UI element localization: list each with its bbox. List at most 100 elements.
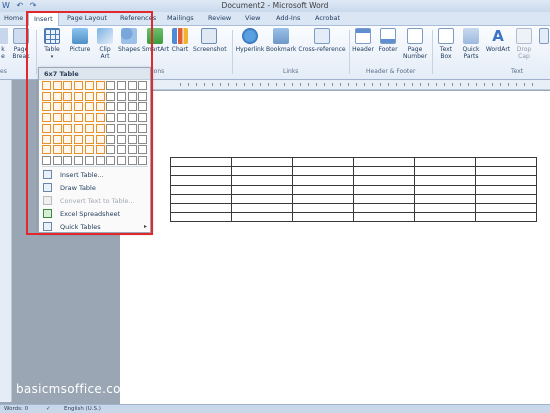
grid-cell[interactable] xyxy=(63,155,73,165)
grid-cell[interactable] xyxy=(138,102,148,112)
table-cell[interactable] xyxy=(414,166,476,177)
grid-cell[interactable] xyxy=(116,81,126,90)
table-cell[interactable] xyxy=(292,193,354,204)
grid-cell[interactable] xyxy=(106,134,116,144)
grid-cell[interactable] xyxy=(42,81,51,90)
wordart-button[interactable]: A WordArt xyxy=(485,28,511,53)
tab-review[interactable]: Review xyxy=(208,14,231,22)
clip-art-button[interactable]: Clip Art xyxy=(96,28,114,60)
grid-cell[interactable] xyxy=(127,91,137,101)
table-cell[interactable] xyxy=(170,156,232,168)
header-button[interactable]: Header xyxy=(351,28,375,53)
grid-cell[interactable] xyxy=(52,155,62,165)
grid-cell[interactable] xyxy=(138,134,148,144)
footer-button[interactable]: Footer xyxy=(376,28,400,53)
table-cell[interactable] xyxy=(475,212,537,223)
grid-cell[interactable] xyxy=(127,81,137,90)
page-number-button[interactable]: Page Number xyxy=(402,28,428,60)
insert-table-menu-item[interactable]: Insert Table... xyxy=(43,169,150,181)
table-cell[interactable] xyxy=(475,156,537,168)
table-cell[interactable] xyxy=(414,212,476,223)
text-box-button[interactable]: Text Box xyxy=(435,28,457,60)
table-cell[interactable] xyxy=(170,166,232,177)
grid-cell[interactable] xyxy=(74,113,84,123)
table-cell[interactable] xyxy=(414,156,476,168)
grid-cell[interactable] xyxy=(138,81,148,90)
shapes-button[interactable]: Shapes xyxy=(117,28,141,53)
quick-parts-button[interactable]: Quick Parts xyxy=(459,28,483,60)
table-cell[interactable] xyxy=(414,193,476,204)
grid-cell[interactable] xyxy=(42,155,51,165)
table-cell[interactable] xyxy=(170,193,232,204)
grid-cell[interactable] xyxy=(95,113,105,123)
table-cell[interactable] xyxy=(353,166,415,177)
grid-cell[interactable] xyxy=(116,123,126,133)
grid-cell[interactable] xyxy=(52,102,62,112)
table-cell[interactable] xyxy=(231,202,293,214)
grid-cell[interactable] xyxy=(106,91,116,101)
draw-table-menu-item[interactable]: Draw Table xyxy=(43,182,150,194)
table-cell[interactable] xyxy=(231,166,293,177)
grid-cell[interactable] xyxy=(138,145,148,155)
grid-cell[interactable] xyxy=(116,113,126,123)
table-cell[interactable] xyxy=(353,193,415,204)
table-cell[interactable] xyxy=(292,166,354,177)
grid-cell[interactable] xyxy=(127,113,137,123)
grid-cell[interactable] xyxy=(116,91,126,101)
table-cell[interactable] xyxy=(353,202,415,214)
bookmark-button[interactable]: Bookmark xyxy=(266,28,296,53)
table-cell[interactable] xyxy=(353,184,415,195)
table-cell[interactable] xyxy=(292,156,354,168)
tab-add-ins[interactable]: Add-Ins xyxy=(276,14,300,22)
grid-cell[interactable] xyxy=(63,113,73,123)
grid-cell[interactable] xyxy=(127,145,137,155)
table-cell[interactable] xyxy=(353,212,415,223)
grid-cell[interactable] xyxy=(74,123,84,133)
grid-cell[interactable] xyxy=(74,134,84,144)
grid-cell[interactable] xyxy=(63,81,73,90)
grid-cell[interactable] xyxy=(138,123,148,133)
table-cell[interactable] xyxy=(170,212,232,223)
picture-button[interactable]: Picture xyxy=(68,28,92,53)
grid-cell[interactable] xyxy=(42,145,51,155)
grid-cell[interactable] xyxy=(63,145,73,155)
grid-cell[interactable] xyxy=(127,134,137,144)
grid-cell[interactable] xyxy=(95,123,105,133)
grid-cell[interactable] xyxy=(84,123,94,133)
table-cell[interactable] xyxy=(170,175,232,186)
grid-cell[interactable] xyxy=(127,102,137,112)
grid-cell[interactable] xyxy=(52,113,62,123)
proofing-icon[interactable]: ✓ xyxy=(46,406,51,412)
grid-cell[interactable] xyxy=(74,102,84,112)
grid-cell[interactable] xyxy=(138,91,148,101)
table-cell[interactable] xyxy=(475,202,537,214)
grid-cell[interactable] xyxy=(138,155,148,165)
horizontal-ruler[interactable] xyxy=(120,80,550,90)
grid-cell[interactable] xyxy=(52,123,62,133)
grid-cell[interactable] xyxy=(42,91,51,101)
grid-cell[interactable] xyxy=(84,155,94,165)
grid-cell[interactable] xyxy=(106,123,116,133)
grid-cell[interactable] xyxy=(52,91,62,101)
grid-cell[interactable] xyxy=(106,155,116,165)
tab-page-layout[interactable]: Page Layout xyxy=(67,14,107,22)
tab-view[interactable]: View xyxy=(245,14,260,22)
smartart-button[interactable]: SmartArt xyxy=(142,28,169,53)
tab-acrobat[interactable]: Acrobat xyxy=(315,14,340,22)
grid-cell[interactable] xyxy=(116,155,126,165)
grid-cell[interactable] xyxy=(106,102,116,112)
table-cell[interactable] xyxy=(292,202,354,214)
grid-cell[interactable] xyxy=(95,91,105,101)
table-cell[interactable] xyxy=(231,184,293,195)
word-count[interactable]: Words: 0 xyxy=(4,406,28,412)
drop-cap-button[interactable]: Drop Cap xyxy=(513,28,535,60)
table-cell[interactable] xyxy=(231,175,293,186)
grid-cell[interactable] xyxy=(84,113,94,123)
grid-cell[interactable] xyxy=(84,102,94,112)
table-cell[interactable] xyxy=(475,175,537,186)
excel-spreadsheet-menu-item[interactable]: Excel Spreadsheet xyxy=(43,208,150,220)
tab-mailings[interactable]: Mailings xyxy=(167,14,194,22)
document-table[interactable] xyxy=(170,156,537,223)
grid-cell[interactable] xyxy=(63,123,73,133)
table-cell[interactable] xyxy=(353,156,415,168)
